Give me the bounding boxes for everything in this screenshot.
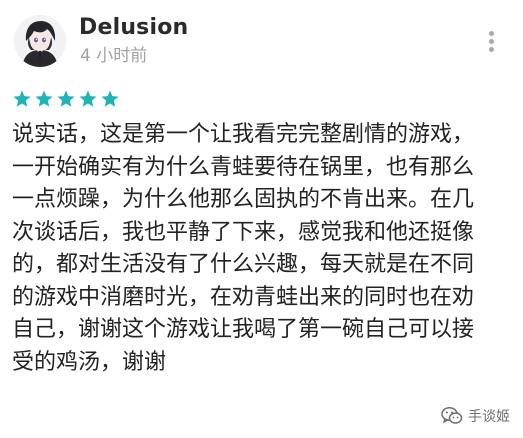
wechat-icon bbox=[441, 407, 463, 424]
more-options-button[interactable] bbox=[478, 27, 504, 55]
star-icon bbox=[35, 90, 53, 107]
watermark-text: 手谈姬 bbox=[468, 409, 510, 425]
more-dot-icon bbox=[489, 31, 494, 36]
star-icon bbox=[13, 90, 31, 107]
star-icon bbox=[101, 90, 119, 107]
star-icon bbox=[79, 90, 97, 107]
author-name[interactable]: Delusion bbox=[79, 14, 188, 42]
more-dot-icon bbox=[489, 39, 494, 44]
avatar-image bbox=[14, 15, 66, 67]
star-rating bbox=[12, 89, 120, 109]
review-card: Delusion 4 小时前 说实话，这是第一个让我看完完整剧情的游戏， 一开始… bbox=[0, 0, 523, 438]
star-icon bbox=[57, 90, 75, 107]
watermark: 手谈姬 bbox=[441, 404, 510, 428]
review-text: 说实话，这是第一个让我看完完整剧情的游戏， 一开始确实有为什么青蛙要待在锅里，也… bbox=[12, 122, 475, 375]
more-dot-icon bbox=[489, 47, 494, 52]
avatar[interactable] bbox=[14, 15, 66, 67]
review-timestamp: 4 小时前 bbox=[80, 46, 148, 66]
